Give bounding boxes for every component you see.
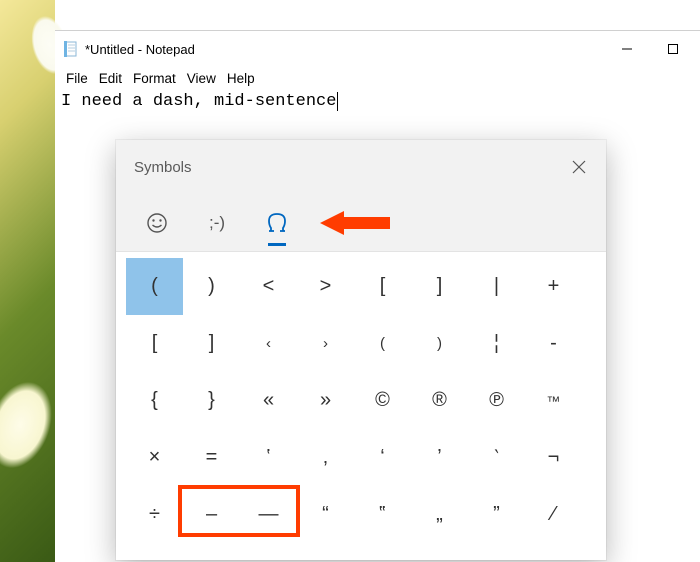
window-title: *Untitled - Notepad <box>85 42 195 57</box>
minimize-button[interactable] <box>604 33 650 65</box>
symbol-cell[interactable]: ™ <box>525 372 582 429</box>
symbol-cell[interactable]: ) <box>183 258 240 315</box>
menu-file[interactable]: File <box>61 71 93 86</box>
symbol-cell[interactable]: ( <box>354 315 411 372</box>
symbol-cell[interactable]: ‹ <box>240 315 297 372</box>
symbol-cell[interactable]: ” <box>468 486 525 543</box>
titlebar[interactable]: *Untitled - Notepad <box>55 31 700 67</box>
notepad-icon <box>63 41 79 57</box>
symbol-cell[interactable]: < <box>240 258 297 315</box>
symbol-cell[interactable]: © <box>354 372 411 429</box>
symbol-cell[interactable]: [ <box>126 315 183 372</box>
editor-text: I need a dash, mid-sentence <box>61 92 336 111</box>
symbol-cell[interactable]: ® <box>411 372 468 429</box>
symbol-cell[interactable]: „ <box>411 486 468 543</box>
symbol-cell[interactable]: = <box>183 429 240 486</box>
symbol-cell[interactable]: ‚ <box>297 429 354 486</box>
symbol-grid: ( ) < > [ ] | + [ ] ‹ › ( ) ¦ - { } « » … <box>126 258 596 543</box>
symbol-cell-em-dash[interactable]: — <box>240 486 297 543</box>
symbol-cell[interactable]: › <box>297 315 354 372</box>
symbol-cell[interactable]: » <box>297 372 354 429</box>
close-button[interactable] <box>564 152 594 182</box>
symbol-cell[interactable]: ℗ <box>468 372 525 429</box>
symbol-cell[interactable]: × <box>126 429 183 486</box>
symbol-cell[interactable]: } <box>183 372 240 429</box>
menubar: File Edit Format View Help <box>55 67 700 89</box>
symbol-cell[interactable]: ( <box>126 258 183 315</box>
symbol-cell[interactable]: “ <box>297 486 354 543</box>
tab-symbols[interactable] <box>260 201 294 245</box>
symbol-cell[interactable]: ‛ <box>240 429 297 486</box>
text-caret <box>337 92 338 111</box>
tab-kaomoji[interactable]: ;-) <box>200 201 234 245</box>
symbol-cell[interactable]: ’ <box>411 429 468 486</box>
text-editor[interactable]: I need a dash, mid-sentence <box>55 89 700 115</box>
symbol-cell[interactable]: « <box>240 372 297 429</box>
menu-edit[interactable]: Edit <box>94 71 127 86</box>
symbol-cell[interactable]: ‵ <box>468 429 525 486</box>
symbol-cell[interactable]: - <box>525 315 582 372</box>
menu-view[interactable]: View <box>182 71 221 86</box>
symbol-cell-en-dash[interactable]: – <box>183 486 240 543</box>
annotation-arrow <box>320 208 390 238</box>
symbol-cell[interactable]: > <box>297 258 354 315</box>
maximize-button[interactable] <box>650 33 696 65</box>
panel-header: Symbols <box>116 140 606 194</box>
menu-help[interactable]: Help <box>222 71 260 86</box>
symbol-grid-container: ( ) < > [ ] | + [ ] ‹ › ( ) ¦ - { } « » … <box>116 252 606 560</box>
symbol-cell[interactable]: ‘ <box>354 429 411 486</box>
symbol-cell[interactable]: [ <box>354 258 411 315</box>
symbol-cell[interactable]: ] <box>411 258 468 315</box>
symbol-cell[interactable]: ) <box>411 315 468 372</box>
symbol-cell[interactable]: ¦ <box>468 315 525 372</box>
symbol-cell[interactable]: ] <box>183 315 240 372</box>
symbol-cell[interactable]: ÷ <box>126 486 183 543</box>
symbol-cell[interactable]: + <box>525 258 582 315</box>
desktop-wallpaper <box>0 0 55 562</box>
symbol-cell[interactable]: | <box>468 258 525 315</box>
symbol-cell[interactable]: ‟ <box>354 486 411 543</box>
symbol-cell[interactable]: ⁄ <box>525 486 582 543</box>
symbol-cell[interactable]: ¬ <box>525 429 582 486</box>
emoji-symbols-panel: Symbols ;-) ( ) < > [ ] | + [ ] <box>116 140 606 560</box>
menu-format[interactable]: Format <box>128 71 181 86</box>
panel-tabs: ;-) <box>116 194 606 252</box>
tab-emoji[interactable] <box>140 201 174 245</box>
panel-title: Symbols <box>134 159 192 176</box>
symbol-cell[interactable]: { <box>126 372 183 429</box>
